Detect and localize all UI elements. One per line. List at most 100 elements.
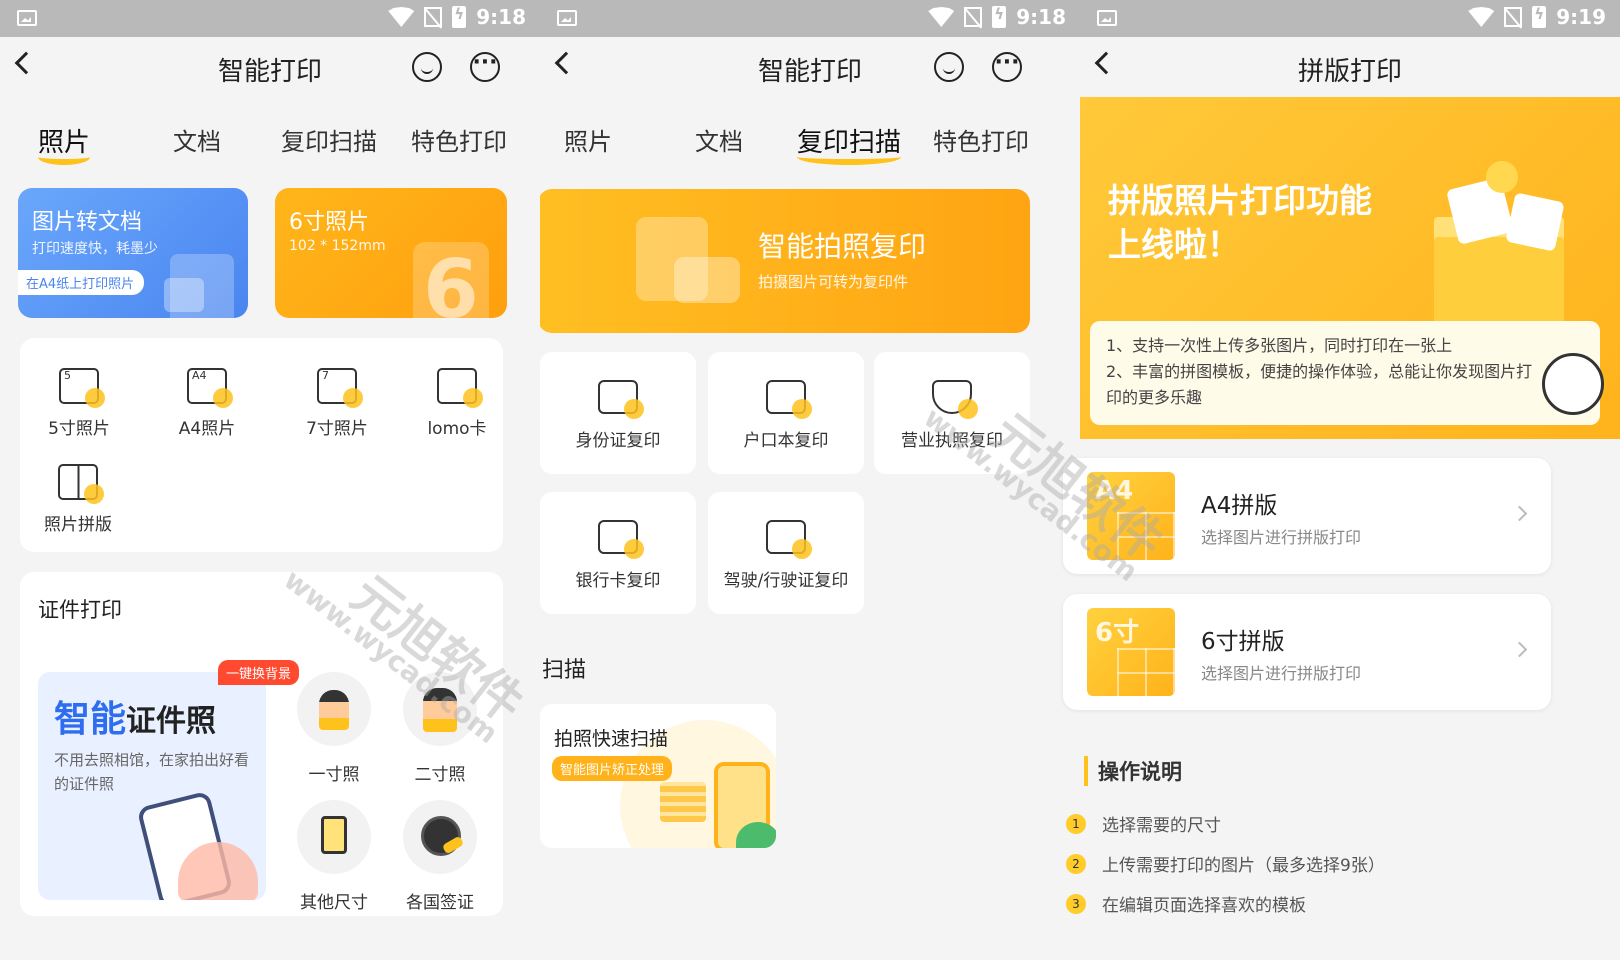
bank-card-copy-item[interactable]: 银行卡复印 xyxy=(540,492,696,614)
battery-charging-icon xyxy=(452,5,467,28)
status-time: 9:18 xyxy=(1016,5,1066,29)
smart-photo-copy-banner[interactable]: 智能拍照复印 拍摄图片可转为复印件 xyxy=(540,189,1030,333)
six-inch-layout-option[interactable]: 6寸 6寸拼版 选择图片进行拼版打印 xyxy=(1063,594,1551,710)
household-register-copy-item[interactable]: 户口本复印 xyxy=(708,352,864,474)
a4-layout-option[interactable]: A4 A4拼版 选择图片进行拼版打印 xyxy=(1063,458,1551,574)
description-line: 1、支持一次性上传多张图片，同时打印在一张上 xyxy=(1106,336,1453,355)
page-title: 拼版打印 xyxy=(1297,57,1402,87)
status-bar: 9:18 xyxy=(540,0,1080,37)
item-label: 各国签证 xyxy=(406,893,474,913)
document-stack-icon xyxy=(660,782,706,822)
photo-a4-item[interactable]: A4 A4照片 xyxy=(172,368,242,439)
tab-photo[interactable]: 照片 xyxy=(38,122,91,165)
collage-icon xyxy=(58,464,104,504)
category-tabs: 照片 文档 复印扫描 特色打印 xyxy=(0,97,540,182)
id-card-icon xyxy=(598,380,644,419)
smart-id-photo-banner[interactable]: 智能证件照 不用去照相馆，在家拍出好看的证件照 xyxy=(38,672,266,900)
id-card-copy-item[interactable]: 身份证复印 xyxy=(540,352,696,474)
no-signal-icon xyxy=(964,7,983,27)
gift-box-illustration xyxy=(1434,237,1564,323)
status-time: 9:19 xyxy=(1556,5,1606,29)
tab-special-print[interactable]: 特色打印 xyxy=(933,122,1029,157)
driving-license-icon xyxy=(766,520,812,559)
one-inch-photo-item[interactable]: 一寸照 xyxy=(294,672,374,785)
banner-subtitle: 拍摄图片可转为复印件 xyxy=(758,273,909,291)
tab-document[interactable]: 文档 xyxy=(695,122,743,157)
quick-scan-card[interactable]: 拍照快速扫描 智能图片矫正处理 xyxy=(540,704,776,848)
form-document-icon xyxy=(297,800,371,874)
business-license-copy-item[interactable]: 营业执照复印 xyxy=(874,352,1030,474)
household-book-icon xyxy=(766,380,812,419)
hero-title: 拼版照片打印功能 上线啦！ xyxy=(1108,181,1372,264)
category-tabs: 照片 文档 复印扫描 特色打印 xyxy=(540,97,1080,182)
photo-collage-item[interactable]: 照片拼版 xyxy=(40,464,116,535)
customer-service-icon[interactable] xyxy=(412,52,442,82)
app-bar: 智能打印 ··· xyxy=(0,37,540,97)
banner-subtitle: 102 * 152mm xyxy=(289,238,386,254)
battery-charging-icon xyxy=(1532,5,1547,28)
visa-item[interactable]: 各国签证 xyxy=(400,800,480,913)
driving-license-copy-item[interactable]: 驾驶/行驶证复印 xyxy=(708,492,864,614)
banner-pill: 在A4纸上打印照片 xyxy=(18,270,145,295)
photo-7inch-item[interactable]: 7 7寸照片 xyxy=(302,368,372,439)
person-avatar-icon xyxy=(297,672,371,746)
screen-copy-scan: 9:18 智能打印 ··· 照片 文档 复印扫描 特色打印 智能拍照复印 拍摄图… xyxy=(540,0,1080,960)
dog-mascot-icon xyxy=(1542,353,1604,415)
tab-copy-scan[interactable]: 复印扫描 xyxy=(281,122,377,157)
instruction-step: 2 上传需要打印的图片（最多选择9张） xyxy=(1066,851,1385,876)
lomo-card-item[interactable]: lomo卡 xyxy=(422,368,492,439)
item-label: 照片拼版 xyxy=(44,515,112,535)
change-background-badge: 一键换背景 xyxy=(218,660,300,685)
more-icon[interactable]: ··· xyxy=(992,52,1022,82)
six-inch-thumbnail: 6寸 xyxy=(1087,608,1175,696)
lomo-card-icon xyxy=(437,368,483,408)
tab-copy-scan[interactable]: 复印扫描 xyxy=(797,122,902,165)
item-label: 二寸照 xyxy=(414,765,466,785)
description-line: 2、丰富的拼图模板，便捷的操作体验，总能让你发现图片打印的更多乐趣 xyxy=(1106,362,1533,407)
tab-special-print[interactable]: 特色打印 xyxy=(411,122,507,157)
app-bar: 智能打印 ··· xyxy=(540,37,1080,97)
six-inch-photo-banner[interactable]: 6寸照片 102 * 152mm 6 xyxy=(275,188,507,318)
tab-photo[interactable]: 照片 xyxy=(564,122,612,157)
layout-print-hero: 拼版照片打印功能 上线啦！ 1、支持一次性上传多张图片，同时打印在一张上 2、丰… xyxy=(1080,97,1620,439)
item-label: lomo卡 xyxy=(427,419,487,439)
tab-document[interactable]: 文档 xyxy=(173,122,221,157)
wifi-icon xyxy=(928,7,955,27)
globe-icon xyxy=(403,800,477,874)
chevron-right-icon xyxy=(1511,641,1528,658)
six-glyph-icon: 6 xyxy=(413,242,489,318)
item-label: 身份证复印 xyxy=(575,431,661,451)
option-title: A4拼版 xyxy=(1201,493,1278,519)
license-shield-icon xyxy=(932,380,978,419)
customer-service-icon[interactable] xyxy=(934,52,964,82)
item-label: A4照片 xyxy=(178,419,236,439)
banner-title: 智能拍照复印 xyxy=(758,230,927,263)
two-inch-photo-item[interactable]: 二寸照 xyxy=(400,672,480,785)
wifi-icon xyxy=(1468,7,1495,27)
photo-card-illustration xyxy=(1505,192,1565,252)
camera-icon xyxy=(674,257,740,303)
bank-card-icon xyxy=(598,520,644,559)
image-notification-icon xyxy=(1097,10,1117,26)
status-time: 9:18 xyxy=(476,5,526,29)
photo-5inch-item[interactable]: 5 5寸照片 xyxy=(44,368,114,439)
smiley-icon xyxy=(1486,161,1518,193)
no-signal-icon xyxy=(1504,7,1523,27)
person-avatar-icon xyxy=(403,672,477,746)
photo-frame-icon: 5 xyxy=(59,368,105,408)
chevron-right-icon xyxy=(1511,505,1528,522)
image-to-document-banner[interactable]: 图片转文档 打印速度快，耗墨少 在A4纸上打印照片 xyxy=(18,188,248,318)
image-notification-icon xyxy=(17,10,37,26)
hero-description-box: 1、支持一次性上传多张图片，同时打印在一张上 2、丰富的拼图模板，便捷的操作体验… xyxy=(1090,321,1600,425)
banner-title: 6寸照片 xyxy=(289,210,369,235)
instruction-step: 1 选择需要的尺寸 xyxy=(1066,811,1221,836)
instruction-step: 3 在编辑页面选择喜欢的模板 xyxy=(1066,891,1306,916)
wifi-icon xyxy=(388,7,415,27)
banner-subtitle: 打印速度快，耗墨少 xyxy=(32,241,158,257)
photo-frame-icon: 7 xyxy=(317,368,363,408)
item-label: 户口本复印 xyxy=(743,431,829,451)
card-pill: 智能图片矫正处理 xyxy=(552,756,673,781)
more-icon[interactable]: ··· xyxy=(470,52,500,82)
item-label: 驾驶/行驶证复印 xyxy=(723,571,849,591)
other-size-item[interactable]: 其他尺寸 xyxy=(294,800,374,913)
